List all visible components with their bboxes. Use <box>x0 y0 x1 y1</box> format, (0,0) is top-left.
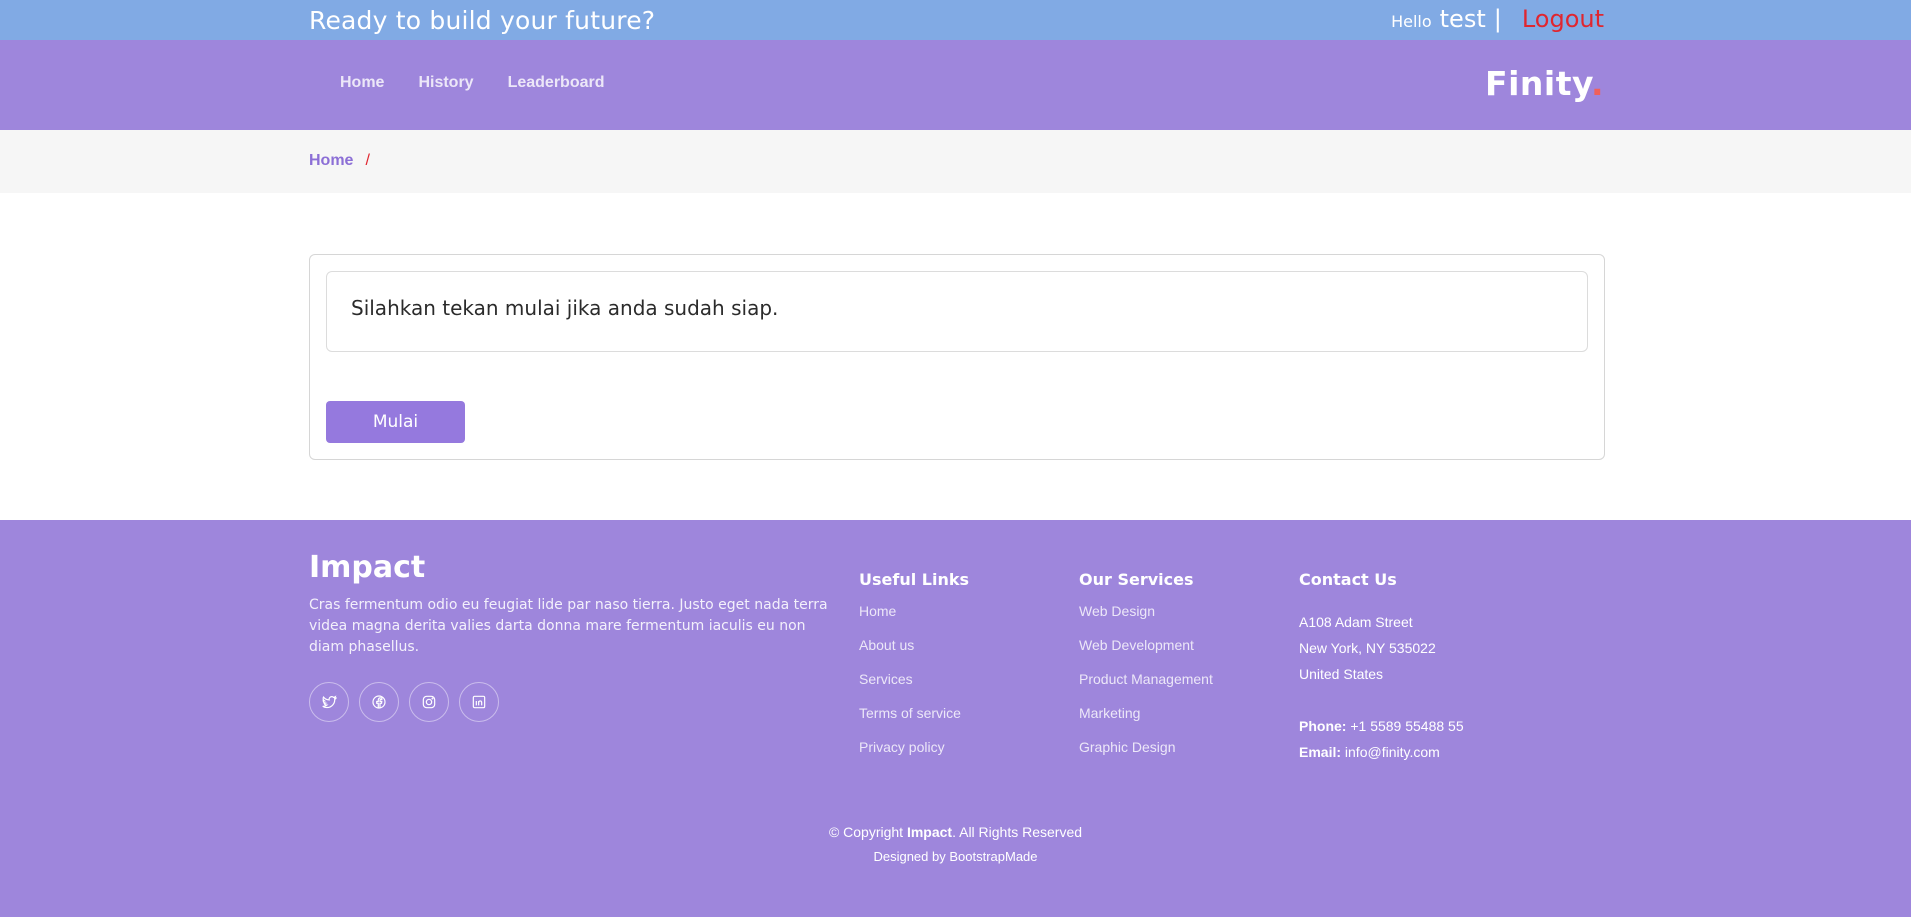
copyright-suffix: . All Rights Reserved <box>952 824 1083 840</box>
useful-links-title: Useful Links <box>859 570 970 589</box>
copyright-prefix: © Copyright <box>828 824 904 840</box>
credits: Designed by BootstrapMade <box>873 849 1038 864</box>
email-line: Email: info@finity.com <box>1299 739 1464 765</box>
breadcrumb-home-link[interactable]: Home <box>309 152 353 170</box>
footer-link-about[interactable]: About us <box>859 637 969 671</box>
hello-label: Hello <box>1391 12 1432 31</box>
phone-number: +1 5589 55488 55 <box>1350 718 1464 734</box>
footer-about-text: Cras fermentum odio eu feugiat lide par … <box>309 597 828 655</box>
footer-link-services[interactable]: Services <box>859 671 969 705</box>
nav-item-home[interactable]: Home <box>340 74 384 92</box>
useful-links-column: Useful Links Home About us Services Term… <box>859 570 969 773</box>
footer: Impact Cras fermentum odio eu feugiat li… <box>0 520 1911 917</box>
username: test <box>1439 5 1486 33</box>
social-links <box>309 682 499 722</box>
user-separator: | <box>1493 5 1502 33</box>
instagram-icon[interactable] <box>409 682 449 722</box>
brand-logo[interactable]: Finity. <box>1485 64 1604 103</box>
instruction-box: Silahkan tekan mulai jika anda sudah sia… <box>326 271 1588 352</box>
copyright-brand: Impact <box>906 824 953 840</box>
breadcrumb-trail: Home / <box>309 152 370 170</box>
footer-logo[interactable]: Impact <box>309 550 425 585</box>
service-link-marketing[interactable]: Marketing <box>1079 705 1213 739</box>
contact-column: Contact Us A108 Adam Street New York, NY… <box>1299 570 1464 765</box>
service-link-graphic-design[interactable]: Graphic Design <box>1079 739 1213 773</box>
twitter-icon[interactable] <box>309 682 349 722</box>
nav-item-history[interactable]: History <box>418 74 473 92</box>
quiz-start-card: Silahkan tekan mulai jika anda sudah sia… <box>309 254 1605 460</box>
nav-item-leaderboard[interactable]: Leaderboard <box>508 74 605 92</box>
service-link-product-management[interactable]: Product Management <box>1079 671 1213 705</box>
service-link-web-design[interactable]: Web Design <box>1079 603 1213 637</box>
footer-link-home[interactable]: Home <box>859 603 969 637</box>
main-navbar: Home History Leaderboard Finity. <box>0 40 1911 130</box>
user-area: Hello test | Logout <box>1391 5 1604 33</box>
tagline: Ready to build your future? <box>309 6 656 35</box>
phone-label: Phone: <box>1299 718 1347 734</box>
logout-link[interactable]: Logout <box>1522 5 1604 33</box>
facebook-icon[interactable] <box>359 682 399 722</box>
address-line-3: United States <box>1299 666 1384 682</box>
services-title: Our Services <box>1079 570 1194 589</box>
linkedin-icon[interactable] <box>459 682 499 722</box>
breadcrumb-separator: / <box>365 152 370 169</box>
copyright: © Copyright Impact. All Rights Reserved <box>0 824 1911 840</box>
address-line-2: New York, NY 535022 <box>1299 640 1436 656</box>
start-button[interactable]: Mulai <box>326 401 465 443</box>
instruction-text: Silahkan tekan mulai jika anda sudah sia… <box>351 296 779 320</box>
email-label: Email: <box>1299 744 1342 760</box>
brand-name: Finity <box>1485 64 1591 103</box>
services-column: Our Services Web Design Web Development … <box>1079 570 1213 773</box>
footer-link-terms[interactable]: Terms of service <box>859 705 969 739</box>
nav-menu: Home History Leaderboard <box>340 74 605 92</box>
service-link-web-development[interactable]: Web Development <box>1079 637 1213 671</box>
address-line-1: A108 Adam Street <box>1299 614 1413 630</box>
phone-line: Phone: +1 5589 55488 55 <box>1299 713 1464 739</box>
top-bar: Ready to build your future? Hello test |… <box>0 0 1911 40</box>
footer-link-privacy[interactable]: Privacy policy <box>859 739 969 773</box>
email-address[interactable]: info@finity.com <box>1345 744 1440 760</box>
brand-dot: . <box>1590 64 1604 103</box>
contact-title: Contact Us <box>1299 570 1397 589</box>
breadcrumb: Home / <box>0 130 1911 193</box>
